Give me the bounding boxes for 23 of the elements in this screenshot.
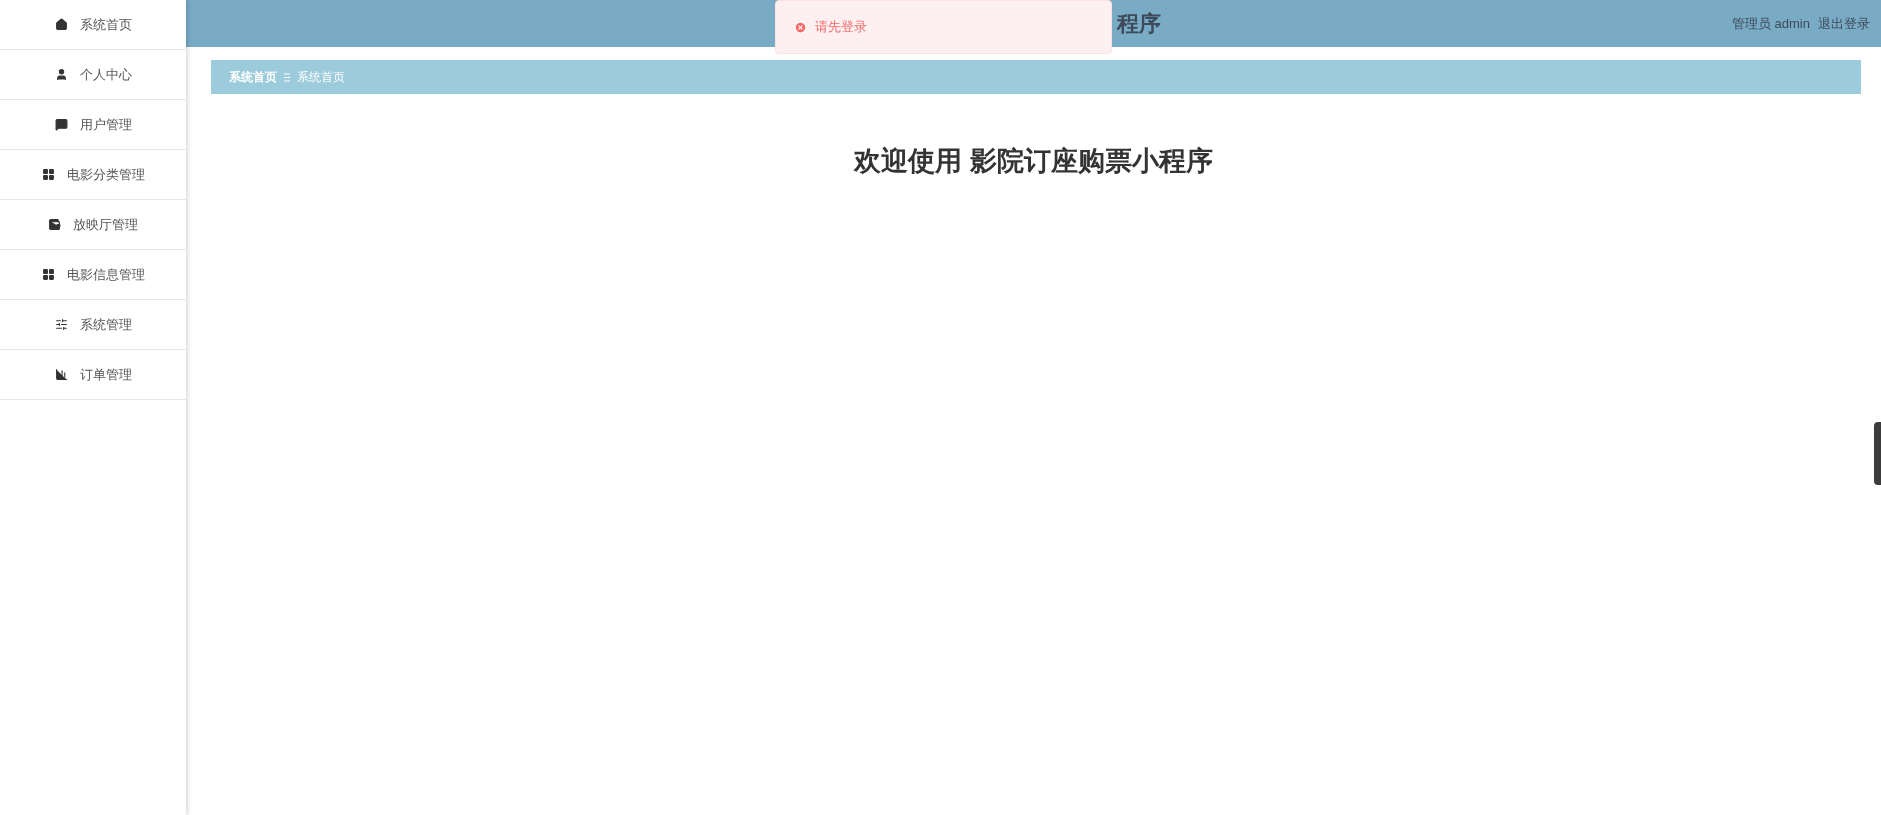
sidebar-item[interactable]: 订单管理	[0, 350, 186, 400]
user-label: 管理员 admin	[1731, 14, 1810, 33]
error-icon	[794, 20, 807, 34]
sliders-icon	[54, 318, 68, 331]
grid-icon	[41, 168, 55, 181]
toast-message: 请先登录	[815, 18, 867, 37]
chat-icon	[54, 118, 68, 131]
side-handle[interactable]	[1874, 422, 1881, 485]
home-icon	[54, 18, 68, 31]
breadcrumb-item: 系统首页	[297, 69, 345, 86]
sidebar-item[interactable]: 系统管理	[0, 300, 186, 350]
sidebar-item[interactable]: 电影分类管理	[0, 150, 186, 200]
sidebar-item[interactable]: 电影信息管理	[0, 250, 186, 300]
welcome-heading: 欢迎使用 影院订座购票小程序	[854, 145, 1213, 178]
user-icon	[54, 68, 68, 81]
sidebar-item[interactable]: 放映厅管理	[0, 200, 186, 250]
wallet-icon	[48, 218, 61, 231]
grid-icon	[41, 268, 55, 281]
logout-link[interactable]: 退出登录	[1818, 13, 1870, 34]
app-title: 程序	[1117, 10, 1161, 38]
sidebar-item[interactable]: 个人中心	[0, 50, 186, 100]
sidebar-item[interactable]: 用户管理	[0, 100, 186, 150]
separator-icon	[283, 72, 291, 82]
